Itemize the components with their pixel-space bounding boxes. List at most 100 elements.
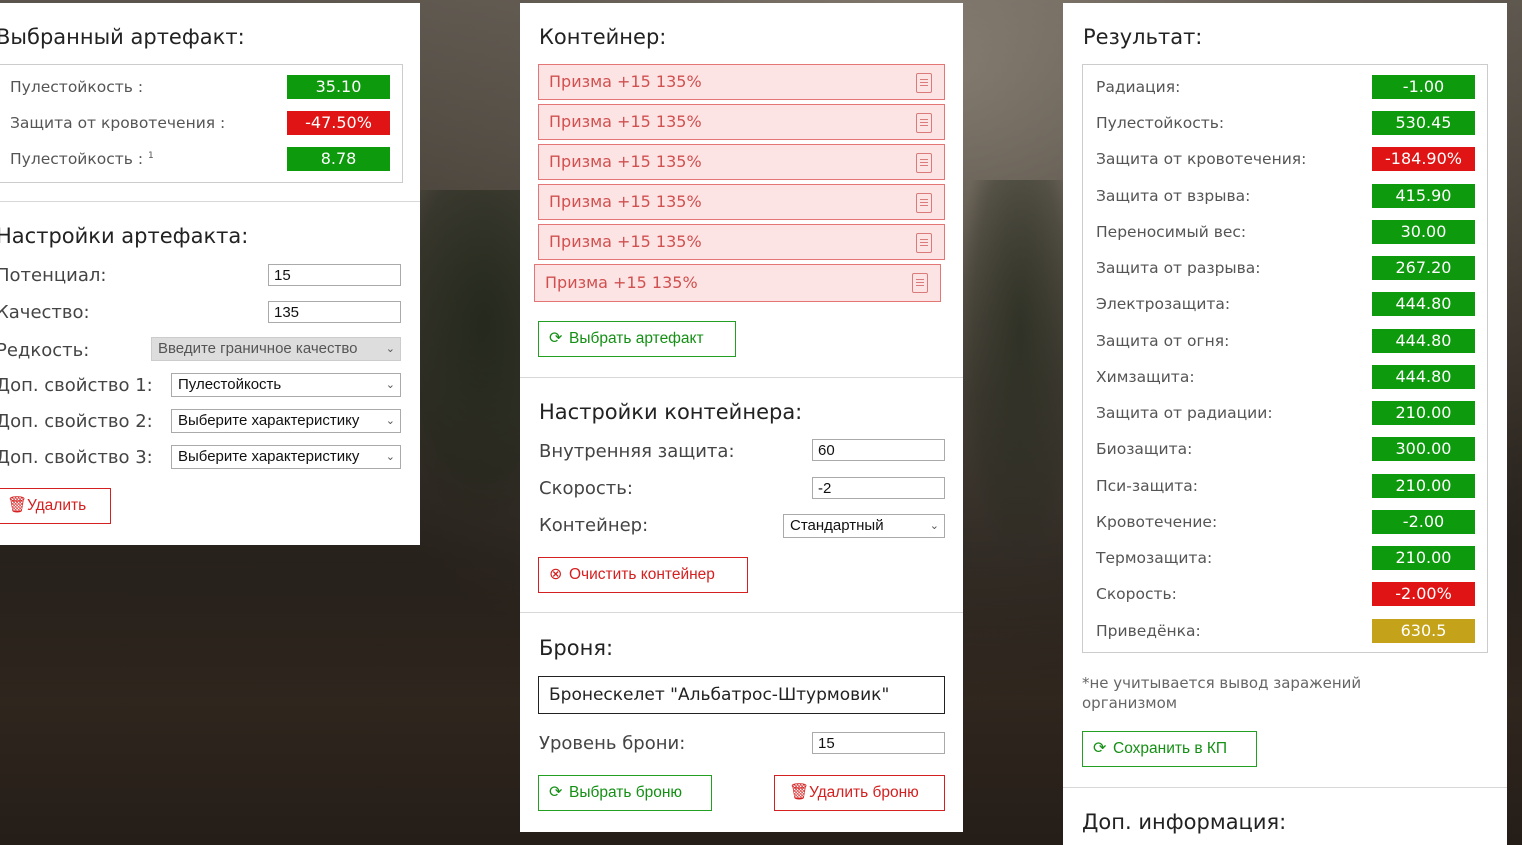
stat-row: Электрозащита: 444.80 — [1083, 292, 1487, 316]
container-artifact-item[interactable]: Призма +15 135% — [538, 64, 945, 100]
extra-prop-3-label: Доп. свойство 3: — [0, 447, 153, 468]
container-artifact-item[interactable]: Призма +15 135% — [538, 184, 945, 220]
container-artifact-item[interactable]: Призма +15 135% — [538, 144, 945, 180]
armor-name-field[interactable]: Бронескелет "Альбатрос-Штурмовик" — [538, 676, 945, 714]
potential-label: Потенциал: — [0, 265, 107, 286]
extra-prop-1-select[interactable]: Пулестойкость ⌄ — [171, 373, 401, 397]
container-settings-title: Настройки контейнера: — [539, 400, 803, 424]
divider — [520, 612, 963, 613]
clear-container-button[interactable]: ⊗ Очистить контейнер — [538, 557, 748, 593]
armor-title: Броня: — [539, 636, 614, 660]
rarity-label: Редкость: — [0, 340, 90, 361]
artifact-item-label: Призма +15 135% — [549, 192, 702, 211]
stat-row: Пси-защита: 210.00 — [1083, 474, 1487, 498]
stat-label: Пулестойкость : 1 — [10, 150, 154, 168]
delete-armor-button[interactable]: 🗑Удалить броню — [774, 775, 945, 811]
rarity-select-value: Введите граничное качество — [158, 340, 358, 357]
artifact-item-label: Призма +15 135% — [549, 72, 702, 91]
choose-artifact-label: Выбрать артефакт — [569, 330, 704, 347]
stat-label: Защита от огня: — [1096, 332, 1230, 350]
delete-artifact-button[interactable]: 🗑Удалить — [0, 488, 111, 524]
extra-info-title: Доп. информация: — [1082, 810, 1287, 834]
divider — [0, 201, 420, 202]
stat-label: Пулестойкость : — [10, 78, 144, 96]
choose-artifact-button[interactable]: ⟳ Выбрать артефакт — [538, 321, 736, 357]
stat-value: 415.90 — [1372, 184, 1475, 208]
save-to-kp-label: Сохранить в КП — [1113, 740, 1228, 757]
extra-prop-2-label: Доп. свойство 2: — [0, 411, 153, 432]
extra-prop-1-value: Пулестойкость — [178, 376, 282, 393]
save-to-kp-button[interactable]: ⟳ Сохранить в КП — [1082, 731, 1257, 767]
stat-row: Защита от кровотечения : -47.50% — [0, 111, 402, 135]
stat-row: Пулестойкость : 1 8.78 — [0, 147, 402, 171]
stat-row: Биозащита: 300.00 — [1083, 437, 1487, 461]
document-icon[interactable] — [916, 233, 932, 253]
extra-prop-2-select[interactable]: Выберите характеристику ⌄ — [171, 409, 401, 433]
stat-label: Защита от кровотечения: — [1096, 150, 1307, 168]
stat-value: 444.80 — [1372, 365, 1475, 389]
stat-label-text: Пулестойкость : — [10, 150, 144, 168]
footnote-text: *не учитывается вывод заражений организм… — [1082, 674, 1362, 712]
speed-label: Скорость: — [539, 478, 633, 499]
trash-icon: 🗑 — [789, 784, 810, 801]
stat-label: Химзащита: — [1096, 368, 1195, 386]
document-icon[interactable] — [916, 193, 932, 213]
artifact-item-label: Призма +15 135% — [549, 152, 702, 171]
selected-artifact-title: Выбранный артефакт: — [0, 25, 245, 49]
extra-prop-1-label: Доп. свойство 1: — [0, 375, 153, 396]
close-circle-icon: ⊗ — [549, 566, 563, 583]
stat-label: Защита от кровотечения : — [10, 114, 226, 132]
stat-value: 35.10 — [287, 75, 390, 99]
refresh-icon: ⟳ — [549, 784, 563, 801]
stat-row: Термозащита: 210.00 — [1083, 546, 1487, 570]
stat-value: 444.80 — [1372, 329, 1475, 353]
document-icon[interactable] — [916, 73, 932, 93]
stat-label: Кровотечение: — [1096, 513, 1218, 531]
potential-input[interactable]: 15 — [268, 264, 401, 286]
stat-value: -1.00 — [1372, 75, 1475, 99]
trash-icon: 🗑 — [7, 497, 28, 514]
result-stats: Радиация: -1.00 Пулестойкость: 530.45 За… — [1082, 64, 1488, 653]
quality-input[interactable]: 135 — [268, 301, 401, 323]
stat-label: Биозащита: — [1096, 440, 1193, 458]
inner-protection-input[interactable]: 60 — [812, 439, 945, 461]
stat-row: Защита от взрыва: 415.90 — [1083, 184, 1487, 208]
document-icon[interactable] — [916, 113, 932, 133]
speed-input[interactable]: -2 — [812, 477, 945, 499]
stat-label: Пси-защита: — [1096, 477, 1199, 495]
armor-level-input[interactable]: 15 — [812, 732, 945, 754]
stat-row: Кровотечение: -2.00 — [1083, 510, 1487, 534]
stat-row: Пулестойкость : 35.10 — [0, 75, 402, 99]
stat-label: Электрозащита: — [1096, 295, 1231, 313]
stat-label: Пулестойкость: — [1096, 114, 1225, 132]
stat-row: Скорость: -2.00% — [1083, 582, 1487, 606]
artifact-settings-title: Настройки артефакта: — [0, 224, 249, 248]
container-artifact-item[interactable]: Призма +15 135% — [538, 224, 945, 260]
container-artifact-item[interactable]: Призма +15 135% — [538, 104, 945, 140]
container-type-select[interactable]: Стандартный ⌄ — [783, 514, 945, 538]
stat-row: Пулестойкость: 530.45 — [1083, 111, 1487, 135]
chevron-down-icon: ⌄ — [929, 520, 939, 532]
stat-label: Защита от взрыва: — [1096, 187, 1251, 205]
extra-prop-3-select[interactable]: Выберите характеристику ⌄ — [171, 445, 401, 469]
stat-row: Защита от разрыва: 267.20 — [1083, 256, 1487, 280]
document-icon[interactable] — [912, 273, 928, 293]
stat-label: Защита от разрыва: — [1096, 259, 1261, 277]
stat-value: 630.5 — [1372, 619, 1475, 643]
stat-value: -2.00 — [1372, 510, 1475, 534]
document-icon[interactable] — [916, 153, 932, 173]
container-type-label: Контейнер: — [539, 515, 649, 536]
choose-armor-label: Выбрать броню — [569, 784, 683, 801]
stat-value: 210.00 — [1372, 474, 1475, 498]
extra-prop-3-value: Выберите характеристику — [178, 448, 360, 465]
stat-row: Радиация: -1.00 — [1083, 75, 1487, 99]
stat-value: 267.20 — [1372, 256, 1475, 280]
footnote-marker: 1 — [148, 150, 154, 161]
container-artifact-item[interactable]: Призма +15 135% — [534, 264, 941, 302]
stat-value: 210.00 — [1372, 401, 1475, 425]
chevron-down-icon: ⌄ — [385, 451, 395, 463]
background-tree — [960, 180, 1080, 560]
refresh-icon: ⟳ — [1093, 740, 1107, 757]
stat-label: Радиация: — [1096, 78, 1181, 96]
choose-armor-button[interactable]: ⟳ Выбрать броню — [538, 775, 712, 811]
